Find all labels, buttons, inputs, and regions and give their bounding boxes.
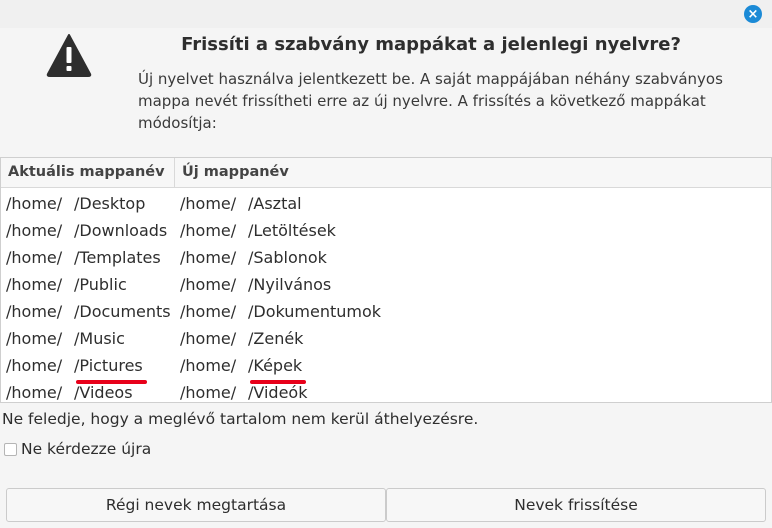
folder-name: /Dokumentumok: [248, 302, 382, 321]
home-path: /home/: [180, 275, 237, 294]
table-row[interactable]: /home/ /Videos/home/ /Videók: [1, 379, 771, 406]
home-path: /home/: [6, 356, 63, 375]
home-path: /home/: [180, 356, 237, 375]
new-folder-cell: /home/ /Képek: [175, 352, 307, 384]
folder-name: /Downloads: [74, 221, 168, 240]
update-names-button[interactable]: Nevek frissítése: [386, 488, 766, 522]
current-folder-cell: /home/ /Videos: [1, 379, 175, 406]
folder-name: /Videók: [248, 383, 308, 402]
home-path: /home/: [6, 275, 63, 294]
new-folder-cell: /home/ /Sablonok: [175, 244, 327, 271]
title-bar: ×: [0, 0, 772, 28]
home-path: /home/: [180, 329, 237, 348]
current-folder-cell: /home/ /Music: [1, 325, 175, 352]
home-path: /home/: [180, 248, 237, 267]
table-row[interactable]: /home/ /Public/home/ /Nyilvános: [1, 271, 771, 298]
table-row[interactable]: /home/ /Templates/home/ /Sablonok: [1, 244, 771, 271]
table-row[interactable]: /home/ /Downloads/home/ /Letöltések: [1, 217, 771, 244]
table-body: /home/ /Desktop/home/ /Asztal/home/ /Downlo…: [1, 188, 771, 406]
folder-name: /Music: [74, 329, 125, 348]
home-path: /home/: [180, 221, 237, 240]
new-folder-cell: /home/ /Asztal: [175, 190, 302, 217]
home-path: /home/: [180, 194, 237, 213]
folder-name: /Zenék: [248, 329, 304, 348]
current-folder-cell: /home/ /Templates: [1, 244, 175, 271]
folder-name: /Documents: [74, 302, 171, 321]
dont-ask-again-label[interactable]: Ne kérdezze újra: [21, 440, 151, 458]
table-row[interactable]: /home/ /Pictures/home/ /Képek: [1, 352, 771, 384]
new-folder-cell: /home/ /Letöltések: [175, 217, 336, 244]
column-header-new[interactable]: Új mappanév: [175, 158, 289, 187]
folder-name: /Public: [74, 275, 127, 294]
home-path: /home/: [6, 248, 63, 267]
folder-name: /Letöltések: [248, 221, 336, 240]
dialog-description: Új nyelvet használva jelentkezett be. A …: [138, 70, 723, 132]
current-folder-cell: /home/ /Pictures: [1, 352, 175, 384]
folder-name: /Videos: [74, 383, 133, 402]
current-folder-cell: /home/ /Downloads: [1, 217, 175, 244]
dont-ask-again-option[interactable]: Ne kérdezze újra: [4, 440, 151, 458]
folder-name: /Képek: [248, 352, 307, 384]
folder-name: /Asztal: [248, 194, 302, 213]
folder-name: /Desktop: [74, 194, 146, 213]
folder-name: /Templates: [74, 248, 161, 267]
dont-ask-again-checkbox[interactable]: [4, 442, 17, 456]
new-folder-cell: /home/ /Zenék: [175, 325, 303, 352]
folder-name: /Nyilvános: [248, 275, 332, 294]
folder-rename-table: Aktuális mappanév Új mappanév /home/ /Des…: [0, 157, 772, 403]
home-path: /home/: [6, 329, 63, 348]
home-path: /home/: [180, 302, 237, 321]
keep-old-names-button[interactable]: Régi nevek megtartása: [6, 488, 386, 522]
current-folder-cell: /home/ /Desktop: [1, 190, 175, 217]
home-path: /home/: [6, 302, 63, 321]
current-folder-cell: /home/ /Documents: [1, 298, 175, 325]
home-path: /home/: [6, 194, 63, 213]
dialog-title: Frissíti a szabvány mappákat a jelenlegi…: [181, 34, 681, 55]
current-folder-cell: /home/ /Public: [1, 271, 175, 298]
home-path: /home/: [180, 383, 237, 402]
table-row[interactable]: /home/ /Documents/home/ /Dokumentumok: [1, 298, 771, 325]
new-folder-cell: /home/ /Videók: [175, 379, 307, 406]
new-folder-cell: /home/ /Nyilvános: [175, 271, 331, 298]
note-text: Ne feledje, hogy a meglévő tartalom nem …: [2, 410, 479, 428]
table-row[interactable]: /home/ /Music/home/ /Zenék: [1, 325, 771, 352]
close-icon[interactable]: ×: [744, 5, 762, 23]
column-header-current[interactable]: Aktuális mappanév: [1, 158, 175, 187]
table-header: Aktuális mappanév Új mappanév: [1, 158, 771, 188]
folder-name: /Sablonok: [248, 248, 327, 267]
table-row[interactable]: /home/ /Desktop/home/ /Asztal: [1, 190, 771, 217]
home-path: /home/: [6, 383, 63, 402]
new-folder-cell: /home/ /Dokumentumok: [175, 298, 381, 325]
home-path: /home/: [6, 221, 63, 240]
folder-name: /Pictures: [74, 352, 147, 384]
